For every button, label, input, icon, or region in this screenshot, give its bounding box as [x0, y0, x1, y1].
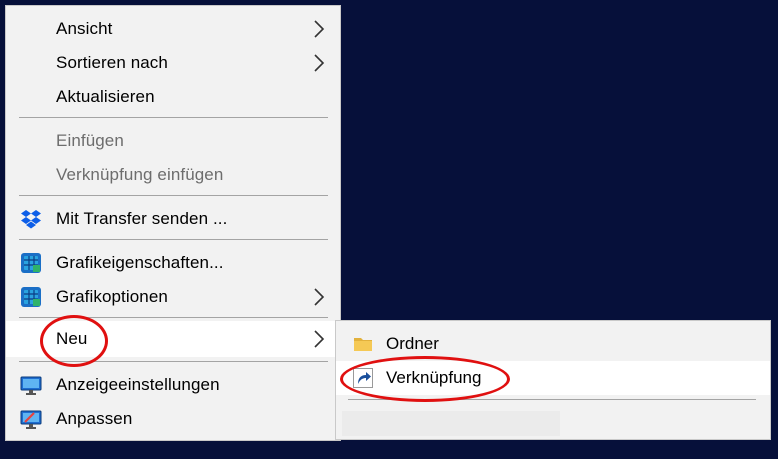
dropbox-icon: [21, 210, 41, 229]
menu-item-aktualisieren[interactable]: Aktualisieren: [6, 81, 340, 113]
menu-item-label: Grafikeigenschaften...: [56, 253, 224, 272]
menu-item-label: Grafikoptionen: [56, 287, 168, 306]
submenu-empty-area: [342, 411, 560, 436]
chevron-right-icon: [314, 330, 325, 348]
menu-separator: [19, 239, 328, 240]
menu-item-label: Neu: [56, 329, 88, 348]
desktop-context-menu: Ansicht Sortieren nach Aktualisieren Ein…: [5, 5, 341, 441]
shortcut-icon: [353, 368, 373, 388]
submenu-item-label: Verknüpfung: [386, 368, 482, 387]
menu-item-grafikeigenschaften[interactable]: Grafikeigenschaften...: [6, 247, 340, 279]
menu-item-label: Mit Transfer senden ...: [56, 209, 228, 228]
menu-item-grafikoptionen[interactable]: Grafikoptionen: [6, 281, 340, 313]
folder-icon: [354, 338, 372, 351]
intel-graphics-icon: [21, 287, 41, 307]
submenu-item-label: Ordner: [386, 334, 439, 353]
menu-item-mit-transfer-senden[interactable]: Mit Transfer senden ...: [6, 203, 340, 235]
menu-item-label: Einfügen: [56, 131, 124, 150]
menu-item-anzeigeeinstellungen[interactable]: Anzeigeeinstellungen: [6, 369, 340, 401]
menu-item-label: Anzeigeeinstellungen: [56, 375, 220, 394]
submenu-item-verknuepfung[interactable]: Verknüpfung: [336, 361, 770, 395]
menu-item-neu[interactable]: Neu: [6, 321, 340, 357]
chevron-right-icon: [314, 20, 325, 38]
personalize-icon: [20, 410, 42, 429]
submenu-item-ordner[interactable]: Ordner: [336, 327, 770, 361]
submenu-separator: [348, 399, 756, 400]
menu-item-label: Aktualisieren: [56, 87, 155, 106]
menu-item-ansicht[interactable]: Ansicht: [6, 13, 340, 45]
neu-submenu: Ordner Verknüpfung: [335, 320, 771, 440]
menu-item-label: Verknüpfung einfügen: [56, 165, 224, 184]
menu-item-sortieren-nach[interactable]: Sortieren nach: [6, 47, 340, 79]
intel-graphics-icon: [21, 253, 41, 273]
menu-item-label: Sortieren nach: [56, 53, 168, 72]
menu-separator: [19, 117, 328, 118]
menu-item-einfuegen[interactable]: Einfügen: [6, 125, 340, 157]
menu-item-label: Ansicht: [56, 19, 113, 38]
menu-item-verknuepfung-einfuegen[interactable]: Verknüpfung einfügen: [6, 159, 340, 191]
menu-separator: [19, 361, 328, 362]
display-settings-icon: [20, 376, 42, 395]
menu-item-label: Anpassen: [56, 409, 133, 428]
menu-separator: [19, 195, 328, 196]
chevron-right-icon: [314, 288, 325, 306]
menu-separator: [19, 317, 328, 318]
chevron-right-icon: [314, 54, 325, 72]
menu-item-anpassen[interactable]: Anpassen: [6, 403, 340, 435]
